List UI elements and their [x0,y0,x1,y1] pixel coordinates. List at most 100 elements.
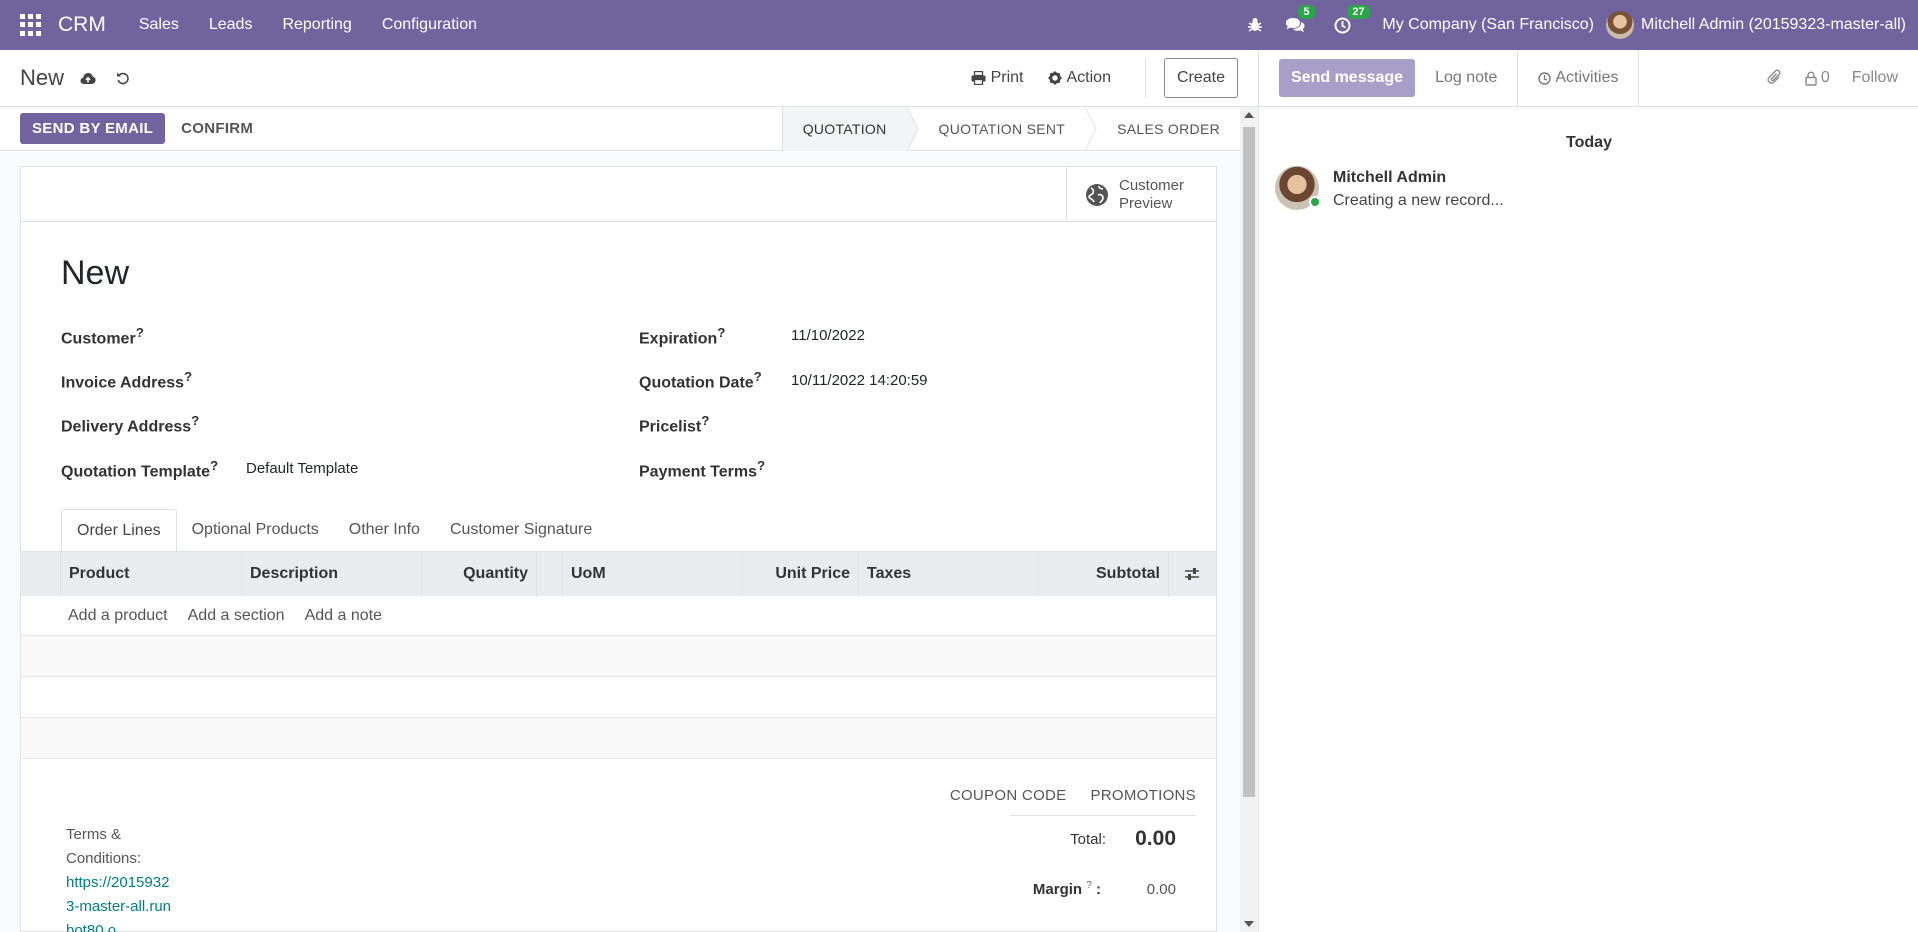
stage-chevron [906,106,919,151]
add-note-link[interactable]: Add a note [305,607,382,625]
help-icon[interactable]: ? [717,325,725,340]
stage-pipeline: QUOTATION QUOTATION SENT SALES ORDER [781,106,1240,151]
tab-order-lines[interactable]: Order Lines [61,509,177,552]
payment-terms-label: Payment Terms [639,463,757,481]
messages-badge: 5 [1298,4,1315,19]
promotions-button[interactable]: PROMOTIONS [1090,787,1196,804]
help-icon[interactable]: ? [210,458,218,473]
menu-reporting[interactable]: Reporting [282,16,351,34]
date-separator: Today [1566,134,1612,151]
help-icon[interactable]: ? [184,369,192,384]
coupon-code-button[interactable]: COUPON CODE [950,787,1067,804]
app-menu-icon[interactable] [20,14,42,36]
user-name: Mitchell Admin (20159323-master-all) [1641,16,1906,33]
margin-value: 0.00 [1146,881,1176,898]
menu-leads[interactable]: Leads [209,16,253,34]
column-spacer [537,551,563,597]
delivery-address-field[interactable]: Delivery Address? [61,413,199,436]
column-unit-price[interactable]: Unit Price [743,551,859,597]
margin-label: Margin [1032,881,1083,898]
stage-quotation[interactable]: QUOTATION [782,106,907,151]
margin-label-wrap: Margin ? : [1032,880,1101,898]
help-icon[interactable]: ? [701,413,709,428]
table-row [21,718,1216,759]
print-button[interactable]: Print [971,69,1024,87]
quotation-date-label-wrap: Quotation Date? [639,369,762,392]
followers-button[interactable]: 0 [1805,69,1830,87]
message-author[interactable]: Mitchell Admin [1333,169,1504,187]
activities-label: Activities [1555,69,1619,86]
help-icon[interactable]: ? [191,413,199,428]
add-product-link[interactable]: Add a product [68,607,168,625]
clock-icon [1538,71,1552,85]
totals-divider [1010,815,1196,816]
online-status-icon [1309,196,1321,208]
pricelist-field[interactable]: Pricelist? [639,413,709,436]
payment-terms-field[interactable]: Payment Terms? [639,458,765,481]
discard-undo-icon[interactable] [116,71,130,85]
app-brand[interactable]: CRM [58,13,106,37]
expiration-label: Expiration [639,330,718,348]
messages-icon[interactable]: 5 [1285,4,1315,34]
scroll-up-icon[interactable] [1244,112,1254,118]
tab-customer-signature[interactable]: Customer Signature [435,509,607,552]
menu-configuration[interactable]: Configuration [382,16,477,34]
action-button[interactable]: Action [1048,69,1111,87]
table-row [21,636,1216,677]
help-icon[interactable]: ? [757,458,765,473]
author-avatar[interactable] [1275,166,1321,210]
chatter-message: Mitchell Admin Creating a new record... [1275,166,1504,210]
column-product[interactable]: Product [61,551,242,597]
scroll-down-icon[interactable] [1244,921,1254,927]
customer-preview-button[interactable]: Customer Preview [1066,167,1216,222]
save-cloud-icon[interactable] [80,72,96,85]
terms-link[interactable]: https://20159323-master-all.runbot80.o [66,871,176,932]
scroll-thumb[interactable] [1243,127,1255,797]
stage-chevron [1085,106,1097,151]
log-note-button[interactable]: Log note [1415,49,1519,107]
add-section-link[interactable]: Add a section [188,607,285,625]
quotation-template-input[interactable]: Default Template [246,460,358,477]
table-header: Product Description Quantity UoM Unit Pr… [21,551,1216,597]
customer-field[interactable]: Customer? [61,325,144,348]
user-menu[interactable]: Mitchell Admin (20159323-master-all) [1606,11,1906,39]
tab-optional-products[interactable]: Optional Products [177,509,334,552]
stage-sales-order[interactable]: SALES ORDER [1097,107,1240,151]
column-subtotal[interactable]: Subtotal [1039,551,1169,597]
control-divider [1144,58,1146,98]
column-uom[interactable]: UoM [563,551,743,597]
stage-quotation-sent[interactable]: QUOTATION SENT [919,107,1086,151]
expiration-label-wrap: Expiration? [639,325,725,348]
attachment-paperclip-icon[interactable] [1767,69,1783,87]
message-body: Mitchell Admin Creating a new record... [1333,166,1504,210]
create-button[interactable]: Create [1163,58,1238,98]
menu-sales[interactable]: Sales [139,16,179,34]
total-label: Total: [1070,831,1106,848]
form-scrollbar[interactable] [1240,107,1258,932]
handle-column [21,551,61,597]
column-taxes[interactable]: Taxes [859,551,1039,597]
quotation-date-label: Quotation Date [639,374,754,392]
expiration-input[interactable]: 11/10/2022 [791,327,865,344]
follow-button[interactable]: Follow [1852,69,1898,87]
record-title: New [61,254,130,292]
send-message-button[interactable]: Send message [1279,59,1416,97]
quotation-date-input[interactable]: 10/11/2022 14:20:59 [791,372,928,389]
help-icon[interactable]: ? [1086,880,1092,891]
activities-button[interactable]: Activities [1518,49,1640,107]
help-icon[interactable]: ? [754,369,762,384]
column-description[interactable]: Description [242,551,422,597]
help-icon[interactable]: ? [136,325,144,340]
column-quantity[interactable]: Quantity [422,551,537,597]
confirm-button[interactable]: CONFIRM [169,113,265,144]
chatter-panel: Send message Log note Activities 0 Follo… [1258,49,1918,932]
tab-other-info[interactable]: Other Info [334,509,435,552]
company-switcher[interactable]: My Company (San Francisco) [1382,16,1594,34]
debug-bug-icon[interactable] [1247,17,1263,33]
optional-columns-icon[interactable] [1169,552,1214,597]
send-by-email-button[interactable]: SEND BY EMAIL [20,113,166,144]
activities-clock-icon[interactable]: 27 [1334,4,1370,34]
invoice-address-field[interactable]: Invoice Address? [61,369,192,392]
customer-label: Customer [61,330,136,348]
lock-icon [1805,70,1817,86]
